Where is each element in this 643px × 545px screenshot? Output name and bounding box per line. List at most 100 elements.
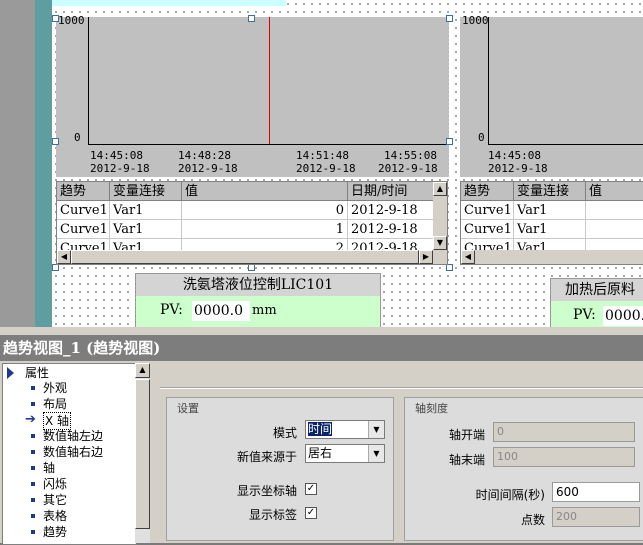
properties-window: 趋势视图_1 (趋势视图) 属性 外观 布局 ➔ X 轴 数值轴左边 数值轴右边… xyxy=(0,327,643,545)
y-axis-min-label: 0 xyxy=(74,131,81,144)
resize-handle[interactable] xyxy=(446,138,453,145)
table-cell: 0 xyxy=(182,201,348,220)
screen-title-strip xyxy=(52,0,286,6)
pv-value-field[interactable]: 0000. xyxy=(603,306,643,326)
show-labels-checkbox[interactable]: ✓ xyxy=(305,507,317,519)
table-cell: Curve1 xyxy=(461,220,514,239)
pv-label: PV: xyxy=(160,302,183,318)
chevron-down-icon[interactable]: ▼ xyxy=(368,445,384,462)
trend-plot-area[interactable] xyxy=(88,17,449,145)
tree-item-axis[interactable]: 轴 xyxy=(43,460,55,476)
axis-start-field[interactable]: 0 xyxy=(493,422,635,442)
tree-item-value-axis-right[interactable]: 数值轴右边 xyxy=(43,444,103,460)
y-axis-max-label: 1000 xyxy=(58,14,85,27)
left-border-strip xyxy=(35,0,52,327)
column-header[interactable]: 变量连接 xyxy=(110,182,182,201)
column-header[interactable]: 日期/时间 xyxy=(348,182,434,201)
time-cursor-line[interactable] xyxy=(269,17,270,144)
chevron-down-icon[interactable]: ▼ xyxy=(368,421,384,438)
property-tree[interactable]: 属性 外观 布局 ➔ X 轴 数值轴左边 数值轴右边 轴 闪烁 其它 表格 趋势 xyxy=(2,363,137,545)
table-cell: 1 xyxy=(182,220,348,239)
resize-handle[interactable] xyxy=(248,15,255,22)
tree-item-layout[interactable]: 布局 xyxy=(43,396,67,412)
properties-content: 设置 模式 时间 ▼ 新值来源于 居右 ▼ 显示坐标轴 ✓ 显示标签 ✓ 轴刻度… xyxy=(154,363,643,543)
column-header[interactable]: 趋势 xyxy=(461,182,514,201)
table-cell: Curve1 xyxy=(57,201,110,220)
tree-item-trend[interactable]: 趋势 xyxy=(43,524,67,540)
resize-handle[interactable] xyxy=(248,264,255,271)
scroll-down-icon[interactable]: ▼ xyxy=(433,236,447,250)
table-cell: Var1 xyxy=(514,201,586,220)
scroll-left-icon[interactable]: ◀ xyxy=(57,250,71,264)
scroll-left-icon[interactable]: ◀ xyxy=(461,250,475,264)
date-tick-label: 2012-9-18 xyxy=(178,162,238,175)
trend-table-1[interactable]: 趋势 变量连接 值 日期/时间 Curve1 Var1 0 2012-9-18 … xyxy=(56,181,448,265)
tree-scrollbar[interactable]: ▲ xyxy=(135,363,150,543)
mode-combo[interactable]: 时间 ▼ xyxy=(305,420,385,439)
pv-unit-label: mm xyxy=(252,303,277,318)
date-tick-label: 2012-9-18 xyxy=(296,162,356,175)
design-canvas[interactable]: 1000 0 14:45:08 2012-9-18 14:48:28 2012-… xyxy=(52,0,643,327)
scroll-up-icon[interactable]: ▲ xyxy=(433,182,447,196)
properties-title: 趋势视图_1 (趋势视图) xyxy=(0,335,643,361)
pv-value-field[interactable]: 0000.0 xyxy=(192,301,250,321)
column-header[interactable]: 趋势 xyxy=(57,182,110,201)
left-panel-edge xyxy=(0,0,35,327)
column-header[interactable]: 变量连接 xyxy=(514,182,586,201)
trend-table-2[interactable]: 趋势 变量连接 值 Curve1 Var1 Curve1 Var1 Curve1… xyxy=(460,181,643,265)
tree-item-table[interactable]: 表格 xyxy=(43,508,67,524)
table-cell: Var1 xyxy=(514,220,586,239)
axis-scale-group-title: 轴刻度 xyxy=(415,402,448,415)
scroll-thumb[interactable] xyxy=(71,250,419,264)
axis-end-field[interactable]: 100 xyxy=(493,447,635,467)
resize-handle[interactable] xyxy=(446,264,453,271)
time-tick-label: 14:45:08 xyxy=(90,149,143,162)
trend-view-1[interactable]: 1000 0 14:45:08 2012-9-18 14:48:28 2012-… xyxy=(56,14,449,177)
vertical-scrollbar[interactable]: ▲ ▼ xyxy=(433,182,447,250)
time-tick-label: 14:51:48 xyxy=(296,149,349,162)
resize-handle[interactable] xyxy=(52,264,59,271)
axis-start-label: 轴开端 xyxy=(448,428,485,442)
control-panel-lic101[interactable]: 洗氨塔液位控制LIC101 PV: 0000.0 mm xyxy=(135,273,381,327)
points-field[interactable]: 200 xyxy=(552,507,640,527)
control-panel-heating[interactable]: 加热后原料 PV: 0000. xyxy=(550,278,643,327)
date-tick-label: 2012-9-18 xyxy=(378,162,438,175)
tree-root-label[interactable]: 属性 xyxy=(25,365,49,381)
bullet-icon xyxy=(31,402,35,406)
tree-item-other[interactable]: 其它 xyxy=(43,492,67,508)
tree-item-value-axis-left[interactable]: 数值轴左边 xyxy=(43,428,103,444)
trend-view-2[interactable]: 1000 0 14:45:08 2012-9-18 xyxy=(460,14,643,177)
column-header[interactable]: 值 xyxy=(182,182,348,201)
scroll-thumb[interactable] xyxy=(135,379,150,529)
table-cell: Var1 xyxy=(110,220,182,239)
bullet-icon xyxy=(31,530,35,534)
time-interval-field[interactable]: 600 xyxy=(552,482,640,502)
time-tick-label: 14:48:28 xyxy=(178,149,231,162)
column-header[interactable]: 值 xyxy=(586,182,643,201)
horizontal-scrollbar[interactable]: ◀ xyxy=(461,250,643,264)
table-cell: Curve1 xyxy=(461,201,514,220)
table-cell xyxy=(586,201,643,220)
horizontal-scrollbar[interactable]: ◀ ▶ xyxy=(57,250,447,264)
settings-group-title: 设置 xyxy=(177,402,199,415)
show-axis-label: 显示坐标轴 xyxy=(236,484,297,498)
source-label: 新值来源于 xyxy=(236,450,297,464)
bullet-icon xyxy=(31,434,35,438)
table-cell: 2012-9-18 xyxy=(348,220,434,239)
settings-group: 设置 模式 时间 ▼ 新值来源于 居右 ▼ 显示坐标轴 ✓ 显示标签 ✓ xyxy=(166,397,394,541)
trend-plot-area[interactable] xyxy=(488,17,643,145)
tree-item-flash[interactable]: 闪烁 xyxy=(43,476,67,492)
tree-item-appearance[interactable]: 外观 xyxy=(43,380,67,396)
expand-arrow-icon[interactable] xyxy=(7,367,14,379)
show-labels-label: 显示标签 xyxy=(248,508,297,522)
date-tick-label: 2012-9-18 xyxy=(90,162,150,175)
resize-handle[interactable] xyxy=(52,138,59,145)
scroll-right-icon[interactable]: ▶ xyxy=(419,250,433,264)
axis-scale-group: 轴刻度 轴开端 0 轴末端 100 时间间隔(秒) 600 点数 200 xyxy=(404,397,643,541)
source-combo[interactable]: 居右 ▼ xyxy=(305,444,385,463)
show-axis-checkbox[interactable]: ✓ xyxy=(305,483,317,495)
scroll-up-icon[interactable]: ▲ xyxy=(135,363,150,378)
resize-handle[interactable] xyxy=(52,15,59,22)
resize-handle[interactable] xyxy=(446,15,453,22)
panel-title: 加热后原料 xyxy=(551,279,643,301)
